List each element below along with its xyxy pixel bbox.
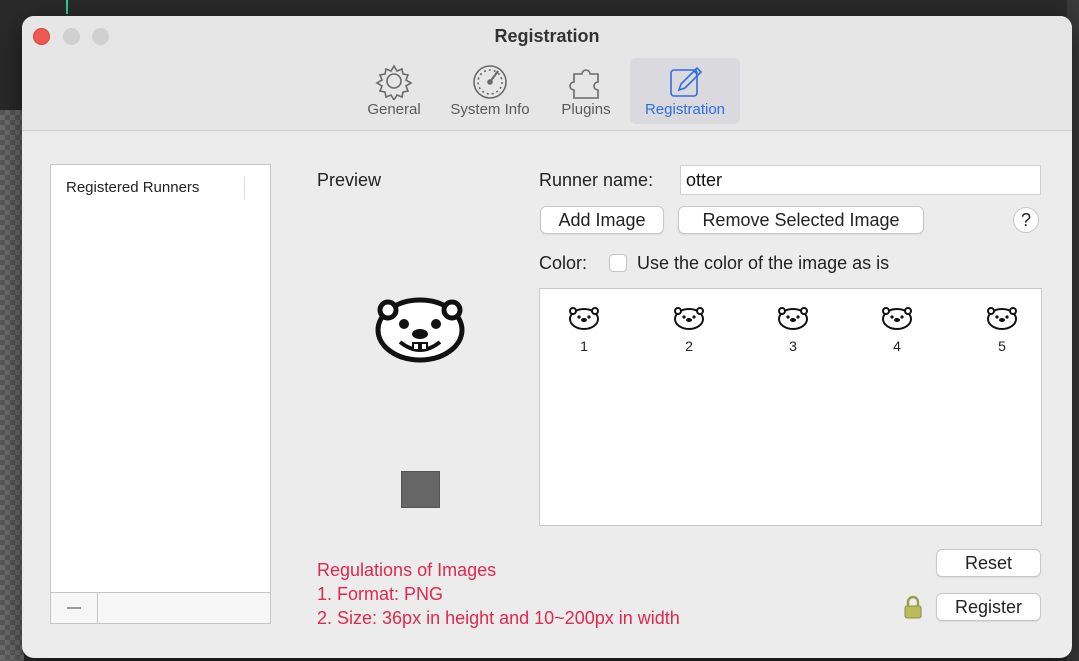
tab-general-label: General [367, 101, 421, 118]
pen-icon [670, 66, 703, 97]
tab-system-info[interactable]: System Info [440, 58, 540, 124]
color-swatch[interactable] [401, 471, 440, 508]
regulation-size: 2. Size: 36px in height and 10~200px in … [317, 608, 680, 628]
remove-runner-button[interactable] [51, 593, 98, 623]
preview-label: Preview [317, 170, 382, 190]
desktop-background [0, 110, 24, 661]
runner-name-label: Runner name: [539, 170, 654, 190]
use-image-color-checkbox[interactable] [609, 254, 627, 272]
desktop-accent-line [66, 0, 68, 14]
frame-item[interactable]: 4 [875, 303, 919, 354]
gauge-icon [473, 65, 507, 99]
frame-number: 3 [789, 338, 797, 354]
gear-icon [375, 64, 413, 100]
remove-selected-image-button[interactable]: Remove Selected Image [678, 206, 924, 234]
frame-number: 4 [893, 338, 901, 354]
frame-item[interactable]: 5 [980, 303, 1024, 354]
reset-button[interactable]: Reset [936, 549, 1041, 577]
frame-item[interactable]: 1 [562, 303, 606, 354]
registered-runners-list[interactable]: Registered Runners [50, 164, 271, 624]
otter-icon [375, 297, 465, 363]
otter-icon [674, 307, 704, 330]
image-regulations: Regulations of Images 1. Format: PNG 2. … [317, 558, 680, 630]
frame-item[interactable]: 2 [667, 303, 711, 354]
frame-number: 2 [685, 338, 693, 354]
tab-registration-label: Registration [644, 101, 726, 118]
otter-icon [569, 307, 599, 330]
tab-plugins-label: Plugins [561, 101, 611, 118]
lock-icon[interactable] [902, 594, 924, 620]
frame-number: 1 [580, 338, 588, 354]
frame-number: 5 [998, 338, 1006, 354]
regulation-format: 1. Format: PNG [317, 584, 444, 604]
frames-panel[interactable]: 1 2 3 4 5 [539, 288, 1042, 526]
list-footer [51, 592, 270, 623]
use-image-color-label[interactable]: Use the color of the image as is [637, 253, 889, 274]
otter-icon [987, 307, 1017, 330]
add-image-button[interactable]: Add Image [540, 206, 664, 234]
tab-system-info-label: System Info [450, 101, 530, 118]
preferences-window: Registration General System Info Plugins… [22, 16, 1072, 658]
regulations-title: Regulations of Images [317, 560, 497, 580]
otter-icon [778, 307, 808, 330]
list-header: Registered Runners [66, 179, 200, 196]
help-button[interactable]: ? [1013, 207, 1039, 233]
tab-registration[interactable]: Registration [630, 58, 740, 124]
puzzle-icon [569, 69, 599, 99]
register-button[interactable]: Register [936, 593, 1041, 621]
window-title: Registration [494, 26, 600, 46]
tab-general[interactable]: General [356, 58, 432, 124]
tab-plugins[interactable]: Plugins [548, 58, 624, 124]
column-divider [244, 177, 245, 199]
otter-icon [882, 307, 912, 330]
runner-name-input[interactable] [680, 165, 1041, 195]
toolbar: Registration General System Info Plugins… [22, 16, 1072, 131]
frame-item[interactable]: 3 [771, 303, 815, 354]
color-label: Color: [539, 253, 588, 273]
